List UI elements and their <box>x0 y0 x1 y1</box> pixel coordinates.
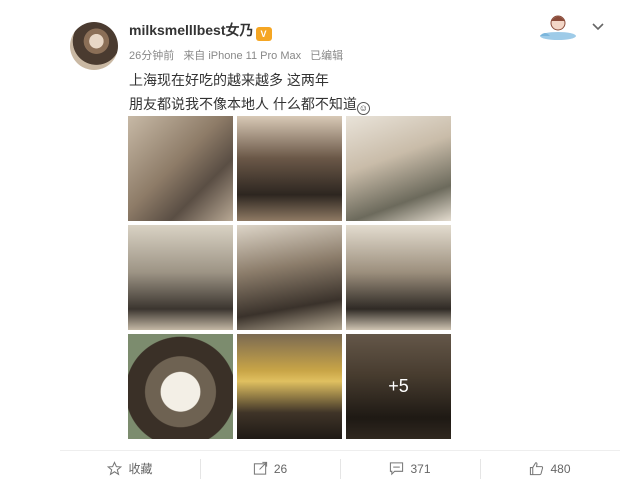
chevron-down-icon[interactable] <box>590 18 606 34</box>
thumbs-up-icon <box>530 462 544 476</box>
gallery-image[interactable] <box>237 334 342 439</box>
post-text-line: 上海现在好吃的越来越多 这两年 <box>129 72 329 88</box>
repost-icon <box>253 461 267 475</box>
comment-button[interactable]: 371 <box>340 451 480 486</box>
gallery-image[interactable] <box>237 116 342 221</box>
repost-count: 26 <box>273 461 288 476</box>
like-button[interactable]: 480 <box>480 451 620 486</box>
star-icon <box>107 461 123 476</box>
gallery-image[interactable] <box>237 225 342 330</box>
comment-icon <box>390 462 404 476</box>
post-meta: 26分钟前 来自 iPhone 11 Pro Max 已编辑 <box>129 47 349 63</box>
post-source: 来自 iPhone 11 Pro Max <box>183 50 302 62</box>
favorite-label: 收藏 <box>128 462 153 476</box>
gallery-image[interactable] <box>128 116 233 221</box>
post-time[interactable]: 26分钟前 <box>129 50 174 62</box>
gallery-image[interactable] <box>128 334 233 439</box>
post-text-line-2: 朋友都说我不像本地人 什么都不知道 <box>129 96 357 112</box>
post-action-bar: 收藏 26 371 480 <box>60 450 620 486</box>
sticker-icon <box>540 15 576 40</box>
post-edited[interactable]: 已编辑 <box>310 50 343 62</box>
post-username[interactable]: milksmelllbest女乃 V <box>129 20 272 41</box>
gallery-image[interactable] <box>346 116 451 221</box>
username-link[interactable]: milksmelllbest女乃 <box>129 22 254 38</box>
gallery-image[interactable] <box>346 225 451 330</box>
smile-icon: ☺ <box>356 102 370 115</box>
favorite-button[interactable]: 收藏 <box>60 451 200 486</box>
more-images-label[interactable]: +5 <box>346 334 451 439</box>
post-text-line: 朋友都说我不像本地人 什么都不知道 ☺ <box>129 92 370 116</box>
gallery-image[interactable] <box>128 225 233 330</box>
verified-badge-icon: V <box>255 27 272 41</box>
gallery-image-more[interactable]: +5 <box>346 334 451 439</box>
comment-count: 371 <box>410 461 431 476</box>
image-gallery: +5 <box>128 116 452 440</box>
post-text: 上海现在好吃的越来越多 这两年 朋友都说我不像本地人 什么都不知道 ☺ <box>129 68 370 116</box>
like-count: 480 <box>550 461 571 476</box>
avatar[interactable] <box>70 22 118 70</box>
repost-button[interactable]: 26 <box>200 451 340 486</box>
